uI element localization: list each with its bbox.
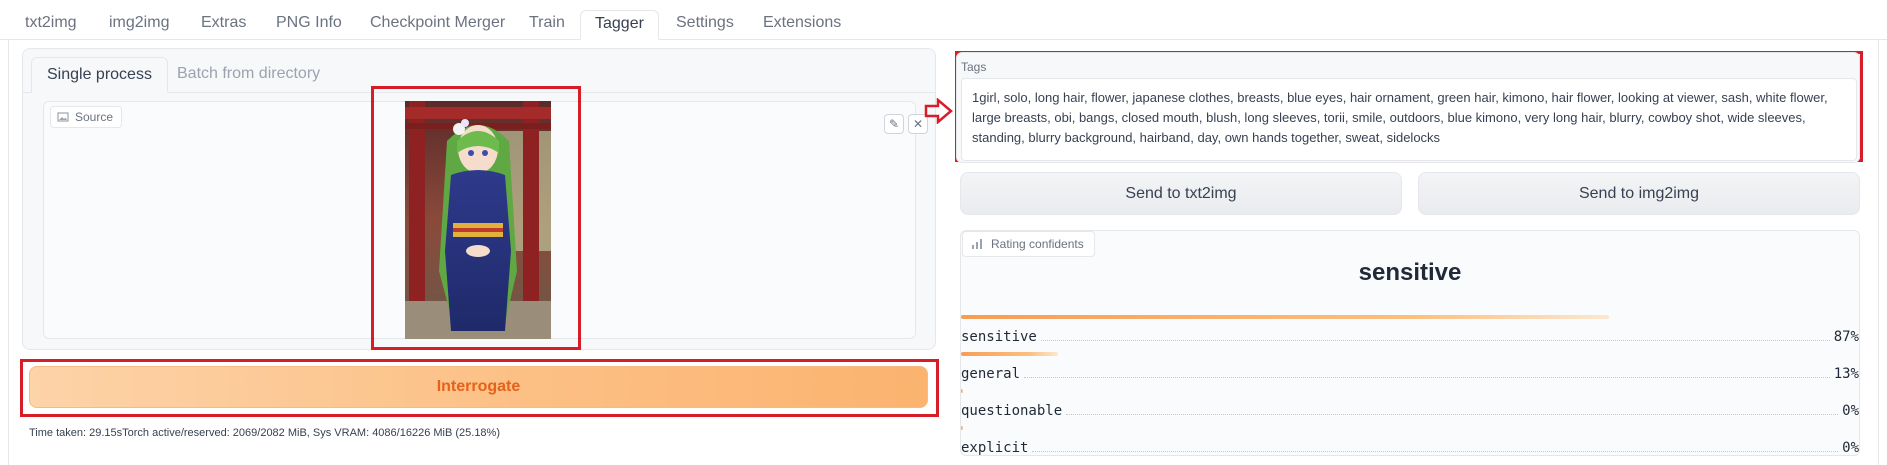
tab-extras[interactable]: Extras bbox=[187, 10, 260, 40]
tab-png-info[interactable]: PNG Info bbox=[262, 10, 356, 40]
confidence-row-sensitive: sensitive 87% bbox=[961, 325, 1859, 345]
top-rating-label: sensitive bbox=[1358, 259, 1462, 286]
rating-confidence-panel: Rating confidents sensitive sensitive 87… bbox=[960, 230, 1860, 456]
tab-extensions[interactable]: Extensions bbox=[749, 10, 855, 40]
dotted-leader bbox=[1024, 377, 1830, 378]
confidence-percent: 87% bbox=[1833, 329, 1859, 345]
confidence-percent: 0% bbox=[1842, 403, 1859, 419]
top-tab-bar: txt2img img2img Extras PNG Info Checkpoi… bbox=[0, 0, 1887, 40]
dotted-leader bbox=[1032, 451, 1839, 452]
confidence-row-questionable: questionable 0% bbox=[961, 399, 1859, 419]
confidence-percent: 13% bbox=[1833, 366, 1859, 382]
confidence-name: general bbox=[961, 366, 1021, 382]
image-icon bbox=[57, 112, 69, 122]
interrogate-button[interactable]: Interrogate bbox=[29, 366, 928, 408]
arrow-right-icon bbox=[924, 98, 953, 124]
confidence-bar-explicit bbox=[961, 426, 963, 430]
confidence-name: questionable bbox=[961, 403, 1063, 419]
confidence-percent: 0% bbox=[1842, 440, 1859, 456]
chart-icon bbox=[972, 239, 982, 249]
tab-batch-from-directory[interactable]: Batch from directory bbox=[162, 57, 335, 93]
confidence-name: sensitive bbox=[961, 329, 1037, 345]
tags-output-textbox[interactable]: 1girl, solo, long hair, flower, japanese… bbox=[961, 78, 1857, 161]
tab-img2img[interactable]: img2img bbox=[95, 10, 183, 40]
rating-label-text: Rating confidents bbox=[991, 237, 1084, 251]
send-to-img2img-button[interactable]: Send to img2img bbox=[1418, 172, 1860, 215]
confidence-row-general: general 13% bbox=[961, 362, 1859, 382]
dotted-leader bbox=[1066, 414, 1839, 415]
tags-label: Tags bbox=[961, 60, 987, 74]
dotted-leader bbox=[1040, 340, 1830, 341]
rating-label: Rating confidents bbox=[962, 231, 1095, 257]
confidence-row-explicit: explicit 0% bbox=[961, 436, 1859, 456]
source-label-text: Source bbox=[75, 110, 114, 124]
tab-train[interactable]: Train bbox=[515, 10, 579, 40]
tab-tagger[interactable]: Tagger bbox=[580, 10, 659, 40]
time-taken-text: Time taken: 29.15sTorch active/reserved:… bbox=[29, 427, 500, 439]
send-to-txt2img-button[interactable]: Send to txt2img bbox=[960, 172, 1402, 215]
confidence-bar-questionable bbox=[961, 389, 963, 393]
tab-settings[interactable]: Settings bbox=[662, 10, 748, 40]
confidence-bar-general bbox=[961, 352, 1058, 356]
tab-checkpoint-merger[interactable]: Checkpoint Merger bbox=[356, 10, 519, 40]
tab-single-process[interactable]: Single process bbox=[31, 57, 168, 93]
image-highlight-frame bbox=[371, 86, 581, 350]
tags-panel: Tags 1girl, solo, long hair, flower, jap… bbox=[956, 52, 1860, 163]
edit-icon[interactable]: ✎ bbox=[884, 114, 904, 134]
tab-txt2img[interactable]: txt2img bbox=[11, 10, 91, 40]
confidence-name: explicit bbox=[961, 440, 1029, 456]
source-label: Source bbox=[50, 106, 123, 128]
confidence-bar-sensitive bbox=[961, 315, 1609, 319]
